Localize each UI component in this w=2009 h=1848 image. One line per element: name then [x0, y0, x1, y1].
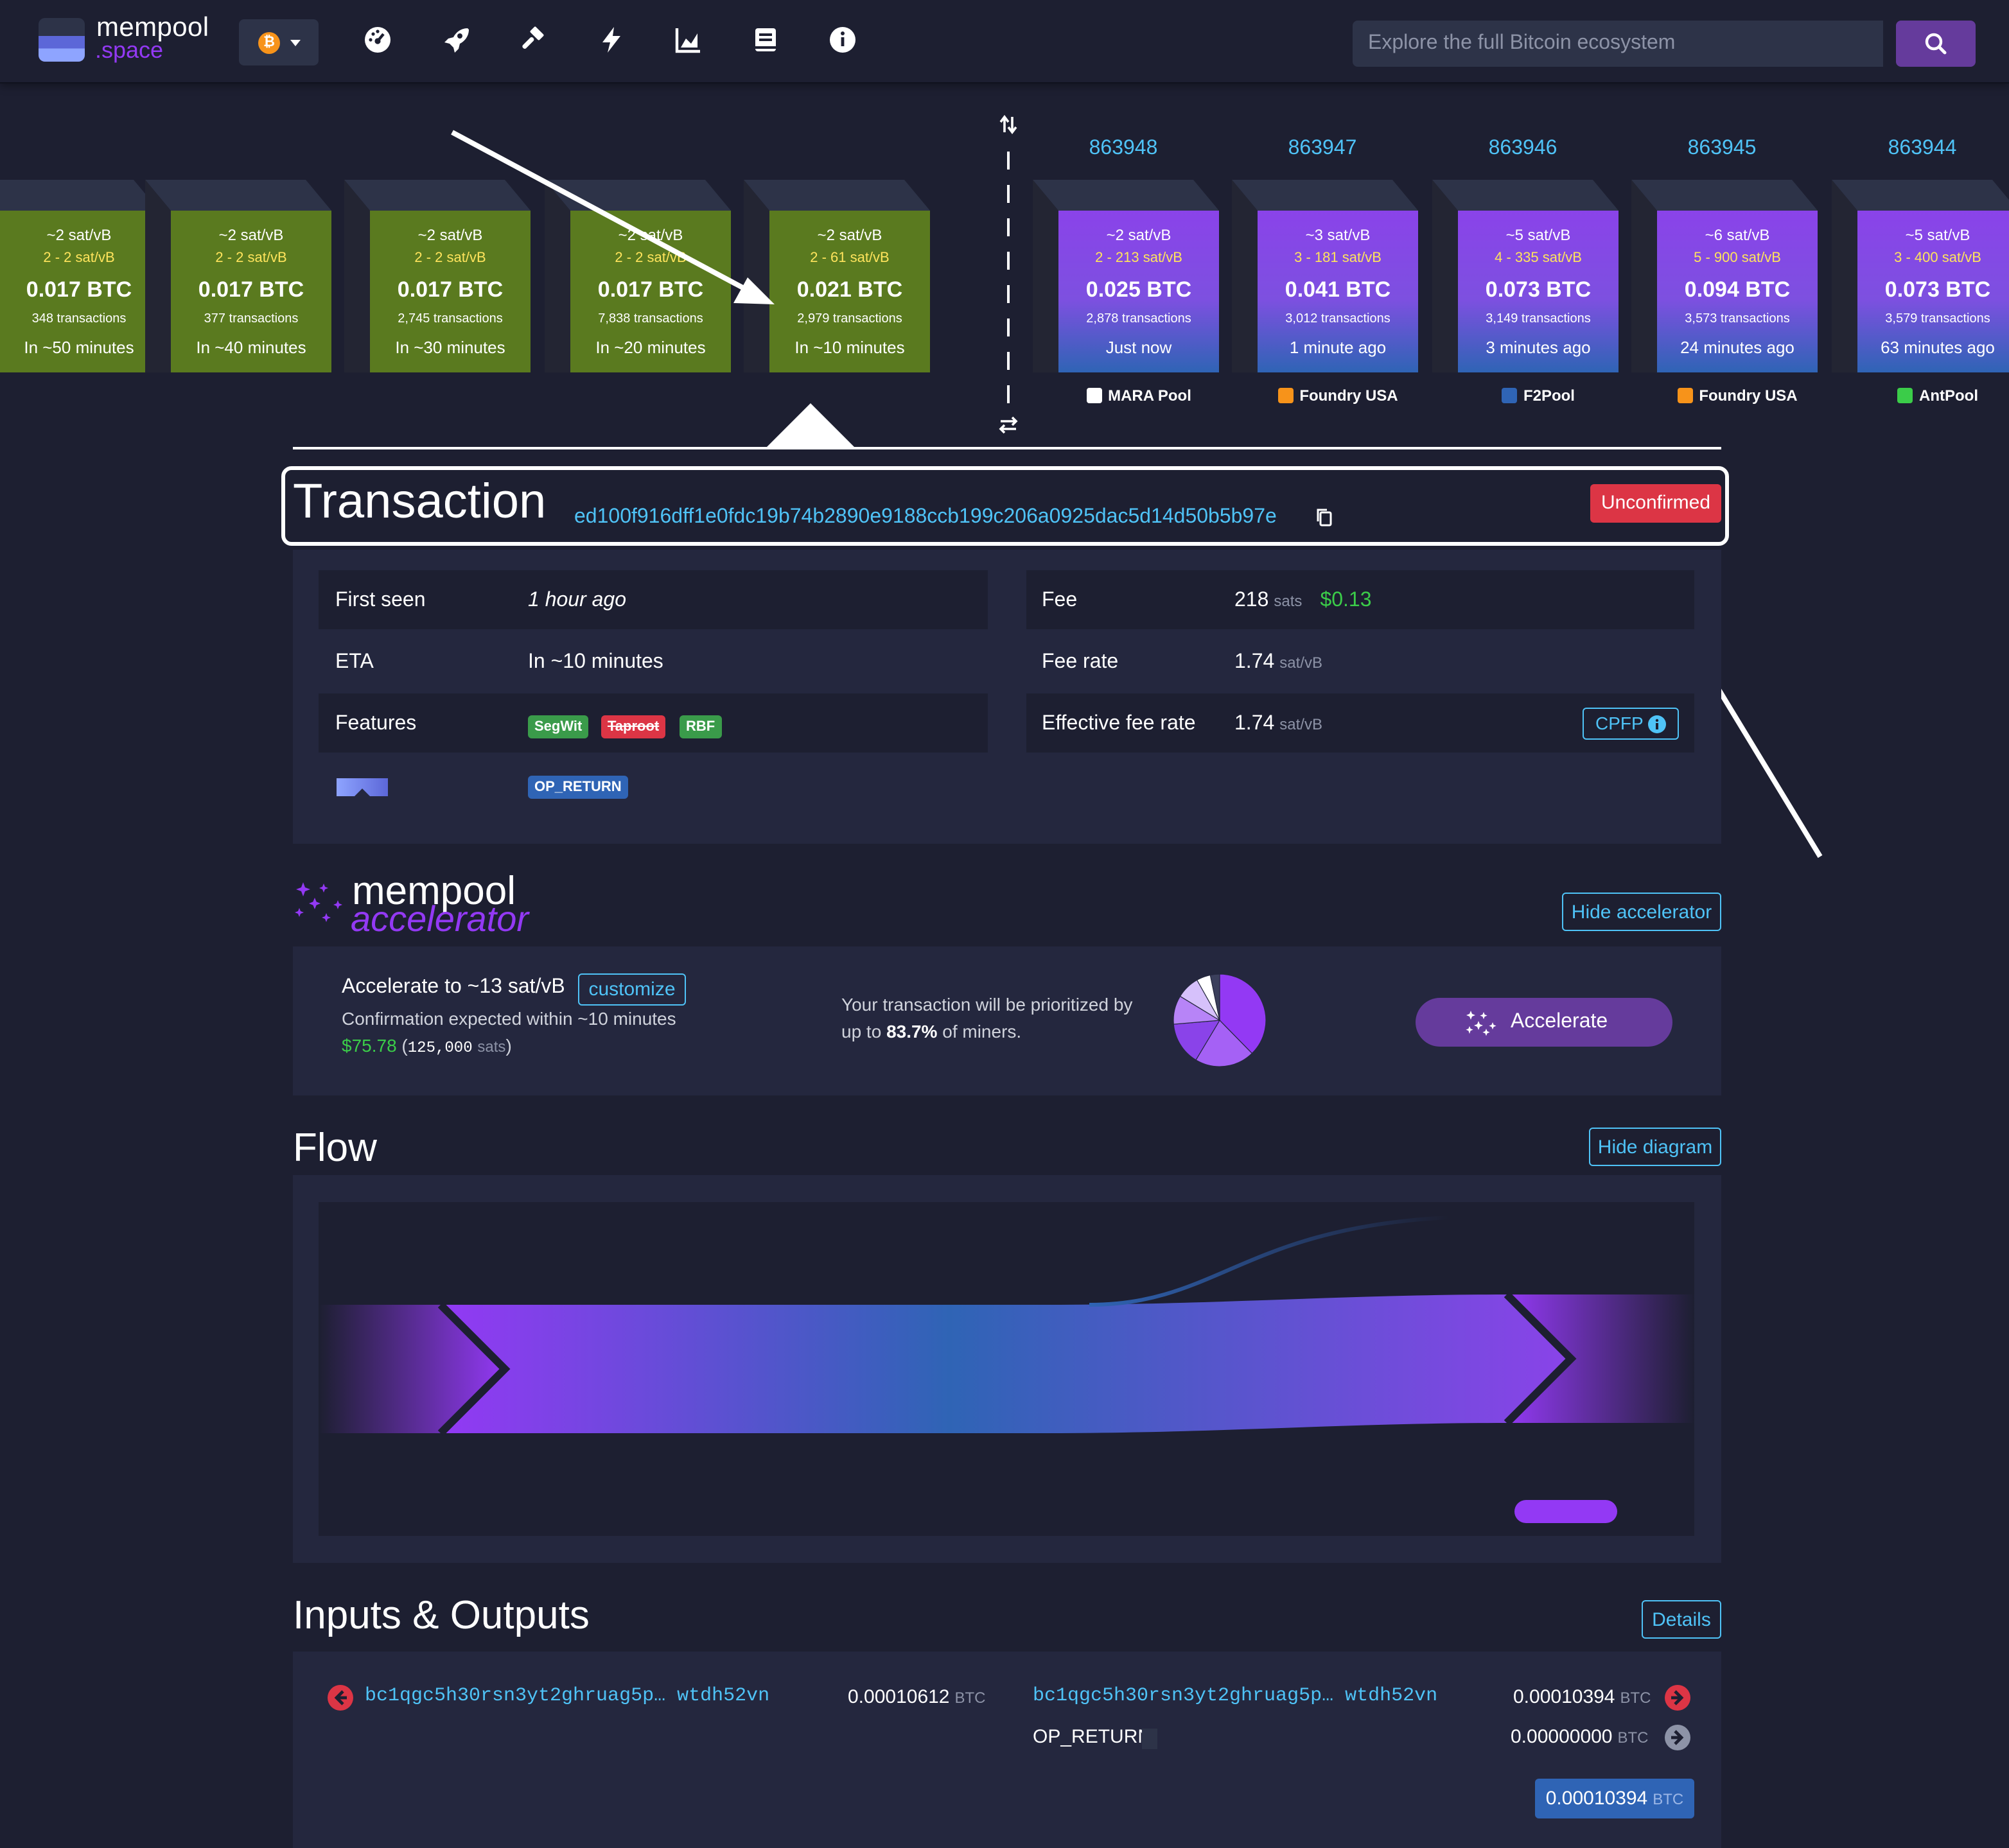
output-amount-unit: BTC [1620, 1689, 1651, 1707]
selected-block-pointer [764, 403, 857, 449]
input-arrow-icon[interactable] [328, 1685, 353, 1711]
io-panel [293, 1652, 1721, 1848]
cpfp-button[interactable]: CPFP [1583, 708, 1679, 740]
accelerate-price: $75.78 (125,000 sats) [342, 1035, 512, 1057]
price-sats-unit: sats [477, 1038, 506, 1056]
eta-label: ETA [335, 651, 374, 673]
price-sats: 125,000 [407, 1039, 473, 1057]
input-amount: 0.00010612 BTC [848, 1686, 986, 1708]
prio-pre: up to [841, 1021, 882, 1042]
input-amount-value: 0.00010612 [848, 1686, 950, 1708]
accelerate-to-text: Accelerate to ~13 sat/vB [342, 976, 565, 998]
txid-link[interactable]: ed100f916dff1e0fdc19b74b2890e9188ccb199c… [574, 506, 1277, 529]
op-return-badge[interactable]: OP_RETURN [528, 776, 628, 799]
goggles-icon[interactable] [337, 776, 388, 799]
first-seen-value: 1 hour ago [528, 589, 627, 611]
output-address[interactable]: bc1qgc5h30rsn3yt2ghruag5p… wtdh52vn [1033, 1685, 1437, 1707]
output-amount: 0.00010394 BTC [1513, 1686, 1651, 1708]
miners-pie-chart [1173, 973, 1267, 1067]
app-root: mempool .space ₿ ~2 sat/vB2 - 2 sat/vB0.… [0, 0, 2009, 1848]
fee-rate-value: 1.74 sat/vB [1234, 651, 1322, 674]
copy-icon[interactable] [1317, 509, 1332, 527]
section-divider [293, 447, 1721, 449]
accelerate-button-label: Accelerate [1511, 1011, 1608, 1033]
fee-value: 218 sats $0.13 [1234, 589, 1372, 613]
prio-pct: 83.7% [886, 1021, 938, 1042]
feature-rbf-badge[interactable]: RBF [680, 715, 722, 738]
fee-unit: sats [1274, 592, 1303, 610]
prioritization-share: up to 83.7% of miners. [841, 1021, 1021, 1042]
hide-accelerator-button[interactable]: Hide accelerator [1562, 893, 1721, 931]
fee-rate-unit: sat/vB [1279, 654, 1322, 672]
fee-rate-label: Fee rate [1042, 651, 1119, 673]
fee-rate-number: 1.74 [1234, 651, 1275, 673]
op-return-amount: 0.00000000 BTC [1511, 1726, 1649, 1748]
sparkles-icon [1466, 1011, 1496, 1036]
prioritization-text: Your transaction will be prioritized by [841, 994, 1133, 1015]
flow-diagram [319, 1202, 1694, 1536]
effective-fee-unit: sat/vB [1279, 715, 1322, 733]
input-amount-unit: BTC [954, 1689, 986, 1707]
total-output-unit: BTC [1653, 1790, 1684, 1808]
op-return-amount-unit: BTC [1617, 1729, 1649, 1747]
status-badge: Unconfirmed [1590, 484, 1721, 523]
price-usd: $75.78 [342, 1035, 397, 1056]
info-icon [1648, 715, 1666, 733]
confirmation-text: Confirmation expected within ~10 minutes [342, 1008, 676, 1029]
fee-sats: 218 [1234, 589, 1269, 611]
hide-diagram-button[interactable]: Hide diagram [1589, 1128, 1721, 1166]
total-output-badge: 0.00010394 BTC [1535, 1779, 1694, 1818]
op-return-output-label[interactable]: OP_RETURN [1033, 1726, 1152, 1748]
effective-fee-label: Effective fee rate [1042, 713, 1196, 735]
output-amount-value: 0.00010394 [1513, 1686, 1615, 1708]
accelerator-sparkles-icon [295, 882, 342, 922]
prio-post: of miners. [942, 1021, 1022, 1042]
flow-title: Flow [293, 1125, 377, 1170]
op-return-data [1142, 1729, 1157, 1749]
op-return-amount-value: 0.00000000 [1511, 1726, 1613, 1748]
fee-usd: $0.13 [1320, 589, 1372, 611]
accelerator-brand-sub: accelerator [351, 899, 529, 939]
customize-button[interactable]: customize [578, 973, 686, 1006]
total-output-value: 0.00010394 [1545, 1788, 1648, 1809]
feature-segwit-badge[interactable]: SegWit [528, 715, 589, 738]
features-label: Features [335, 713, 417, 735]
first-seen-label: First seen [335, 589, 426, 611]
effective-fee-value: 1.74 sat/vB [1234, 713, 1322, 736]
cpfp-label: CPFP [1595, 713, 1644, 733]
fee-label: Fee [1042, 589, 1078, 611]
accelerate-button[interactable]: Accelerate [1416, 998, 1672, 1047]
details-button[interactable]: Details [1642, 1600, 1721, 1639]
input-address[interactable]: bc1qgc5h30rsn3yt2ghruag5p… wtdh52vn [365, 1685, 769, 1707]
op-return-arrow-icon[interactable] [1665, 1725, 1690, 1750]
output-arrow-icon[interactable] [1665, 1685, 1690, 1711]
transaction-title: Transaction [293, 475, 547, 529]
effective-fee-number: 1.74 [1234, 713, 1275, 735]
eta-value: In ~10 minutes [528, 651, 663, 673]
io-title: Inputs & Outputs [293, 1592, 590, 1637]
feature-taproot-badge[interactable]: Taproot [601, 715, 666, 738]
